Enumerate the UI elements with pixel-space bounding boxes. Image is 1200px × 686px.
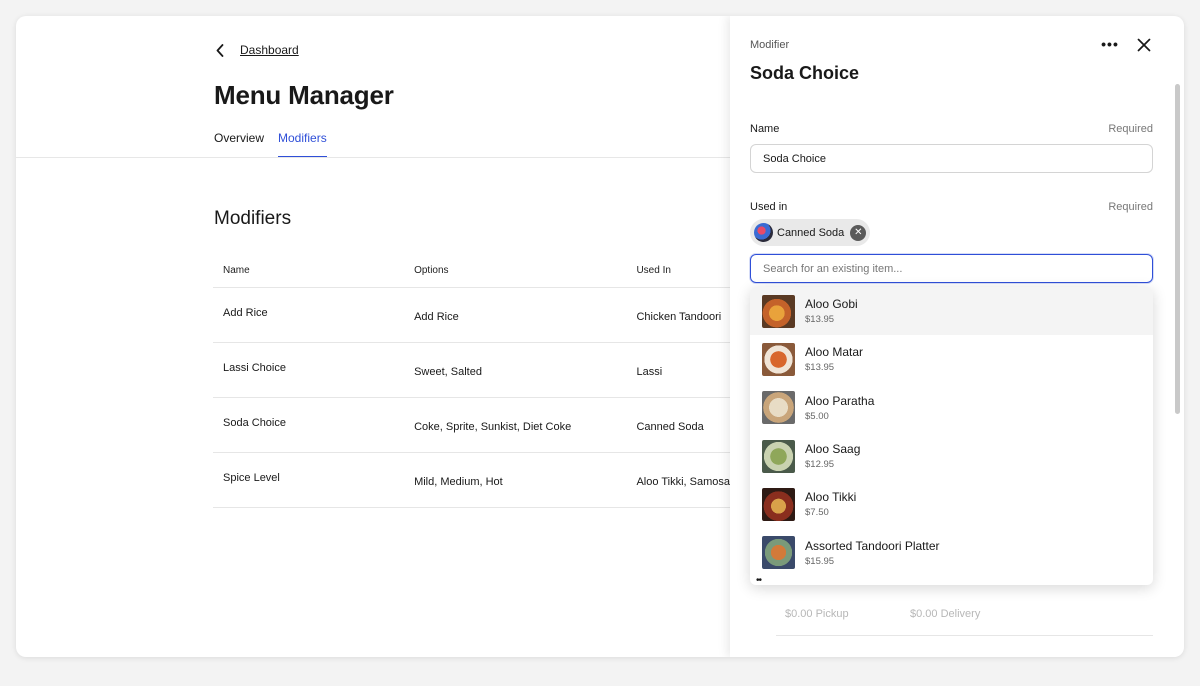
cell-name: Add Rice bbox=[213, 287, 405, 343]
tab-overview[interactable]: Overview bbox=[214, 131, 264, 158]
panel-scrollbar[interactable] bbox=[1175, 84, 1180, 414]
item-price: $7.50 bbox=[805, 507, 829, 519]
food-thumbnail bbox=[762, 487, 795, 521]
item-avatar bbox=[754, 223, 773, 242]
dropdown-item[interactable]: Aloo Gobi $13.95 bbox=[750, 287, 1153, 336]
used-in-required-hint: Required bbox=[1108, 201, 1153, 213]
more-results-indicator: •• bbox=[756, 575, 762, 585]
item-search-input[interactable]: Search for an existing item... bbox=[750, 254, 1153, 283]
cell-used-in: Aloo Tikki, Samosa bbox=[626, 452, 730, 508]
breadcrumb: Dashboard bbox=[216, 43, 299, 57]
table-header-row: Name Options Used In bbox=[213, 254, 730, 288]
used-in-label: Used in bbox=[750, 201, 788, 213]
name-label: Name bbox=[750, 123, 780, 135]
table-row[interactable]: Spice Level Mild, Medium, Hot Aloo Tikki… bbox=[213, 452, 730, 508]
item-price: $12.95 bbox=[805, 459, 835, 471]
food-thumbnail bbox=[762, 536, 795, 570]
item-name: Aloo Gobi bbox=[805, 297, 858, 312]
item-name: Aloo Tikki bbox=[805, 490, 857, 505]
cell-used-in: Canned Soda bbox=[626, 397, 730, 453]
dropdown-item[interactable]: Aloo Matar $13.95 bbox=[750, 335, 1153, 383]
item-price: $5.00 bbox=[805, 410, 829, 422]
remove-chip-icon[interactable]: ✕ bbox=[850, 224, 867, 241]
cell-options: Add Rice bbox=[404, 287, 627, 343]
page-title: Menu Manager bbox=[214, 80, 394, 110]
item-name: Aloo Matar bbox=[805, 345, 864, 360]
table-row[interactable]: Lassi Choice Sweet, Salted Lassi bbox=[213, 342, 730, 398]
panel-subtitle: Modifier bbox=[750, 39, 790, 51]
item-name: Aloo Paratha bbox=[805, 393, 875, 408]
panel-title: Soda Choice bbox=[750, 63, 860, 83]
cell-name: Soda Choice bbox=[213, 397, 405, 453]
chevron-left-icon[interactable] bbox=[216, 43, 226, 57]
cell-used-in: Lassi bbox=[626, 342, 730, 398]
option-divider bbox=[776, 635, 1153, 636]
food-thumbnail bbox=[762, 439, 795, 473]
food-thumbnail bbox=[762, 342, 795, 376]
dropdown-item[interactable]: Aloo Tikki $7.50 bbox=[750, 480, 1153, 528]
cell-options: Mild, Medium, Hot bbox=[404, 452, 627, 508]
column-header-used-in: Used In bbox=[626, 254, 730, 288]
item-name: Assorted Tandoori Platter bbox=[805, 538, 940, 553]
name-field[interactable]: Soda Choice bbox=[750, 144, 1153, 173]
tab-modifiers[interactable]: Modifiers bbox=[278, 131, 327, 158]
breadcrumb-link-dashboard[interactable]: Dashboard bbox=[240, 43, 299, 57]
dropdown-item[interactable]: Aloo Saag $12.95 bbox=[750, 432, 1153, 480]
modifiers-table: Name Options Used In Add Rice Add Rice C… bbox=[213, 254, 730, 508]
dropdown-item[interactable]: Assorted Tandoori Platter $15.95 bbox=[750, 528, 1153, 576]
app-window: Dashboard Menu Manager Overview Modifier… bbox=[16, 16, 1184, 657]
cell-options: Sweet, Salted bbox=[404, 342, 627, 398]
name-required-hint: Required bbox=[1108, 123, 1153, 135]
item-price: $13.95 bbox=[805, 314, 835, 326]
main-content: Dashboard Menu Manager Overview Modifier… bbox=[16, 16, 730, 657]
modifier-side-panel: Modifier Soda Choice ••• Name Required S… bbox=[730, 16, 1184, 657]
table-row[interactable]: Soda Choice Coke, Sprite, Sunkist, Diet … bbox=[213, 397, 730, 453]
dropdown-item[interactable]: Aloo Paratha $5.00 bbox=[750, 384, 1153, 432]
food-thumbnail bbox=[762, 294, 795, 328]
item-price: $15.95 bbox=[805, 555, 835, 567]
close-icon[interactable] bbox=[1134, 36, 1154, 54]
item-name: Aloo Saag bbox=[805, 442, 861, 457]
chip-label: Canned Soda bbox=[777, 226, 845, 239]
pickup-price: $0.00 Pickup bbox=[785, 608, 849, 620]
search-results-dropdown: Aloo Gobi $13.95 Aloo Matar $13.95 Aloo Pa… bbox=[750, 287, 1153, 585]
item-price: $13.95 bbox=[805, 362, 835, 374]
tab-divider bbox=[16, 157, 730, 158]
more-horizontal-icon[interactable]: ••• bbox=[1100, 36, 1120, 52]
cell-name: Lassi Choice bbox=[213, 342, 405, 398]
cell-options: Coke, Sprite, Sunkist, Diet Coke bbox=[404, 397, 627, 453]
tab-bar: Overview Modifiers bbox=[214, 131, 327, 158]
table-row[interactable]: Add Rice Add Rice Chicken Tandoori bbox=[213, 287, 730, 343]
column-header-options: Options bbox=[404, 254, 627, 288]
delivery-price: $0.00 Delivery bbox=[910, 608, 981, 620]
food-thumbnail bbox=[762, 391, 795, 425]
column-header-name: Name bbox=[213, 254, 405, 288]
cell-used-in: Chicken Tandoori bbox=[626, 287, 730, 343]
cell-name: Spice Level bbox=[213, 452, 405, 508]
used-in-chip: Canned Soda ✕ bbox=[750, 219, 871, 246]
section-title: Modifiers bbox=[214, 208, 292, 229]
